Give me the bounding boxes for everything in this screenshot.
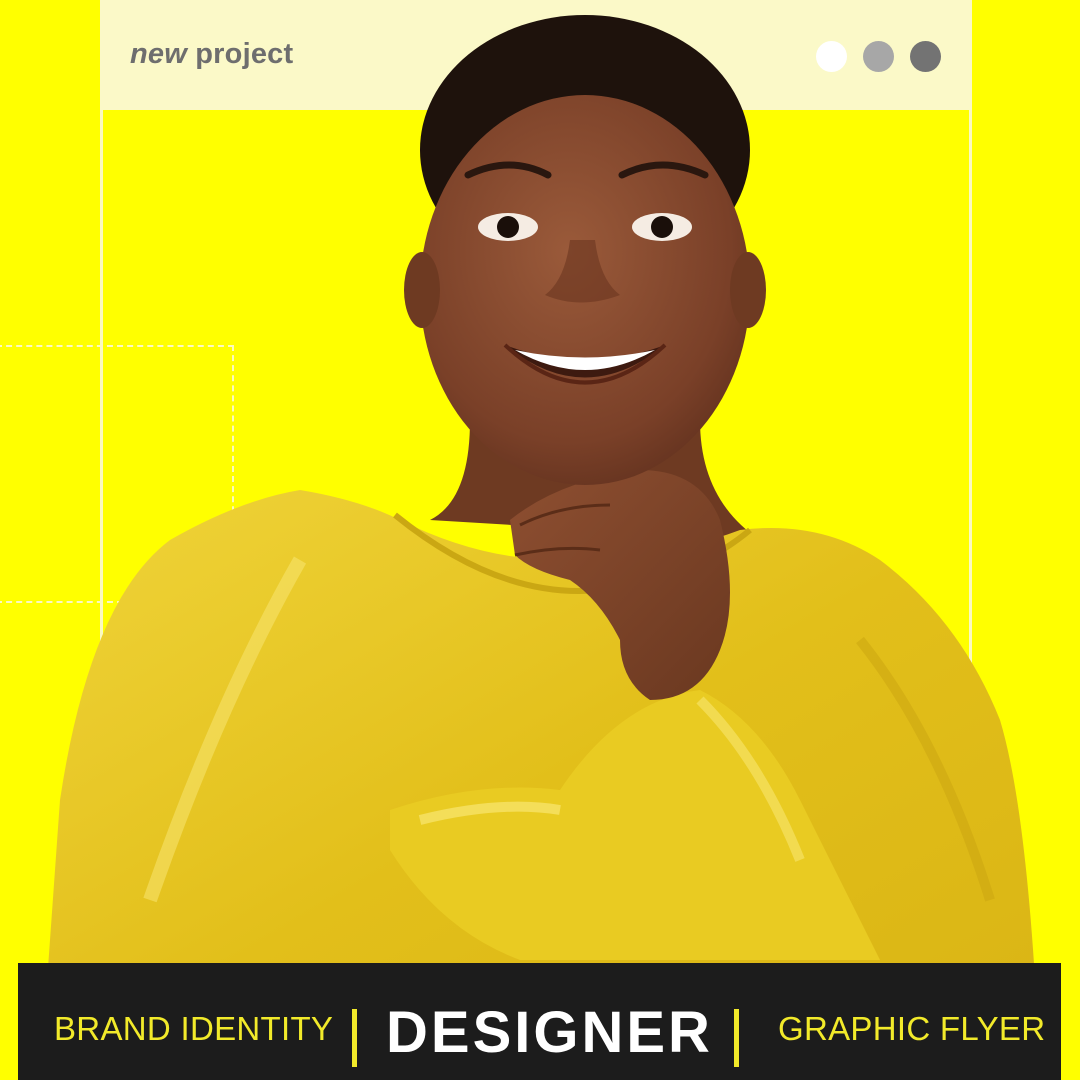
poster-canvas: new project BRAND IDENTITY DESIGNER GRAP… [0, 0, 1080, 1080]
banner-brand-identity: BRAND IDENTITY [54, 1010, 334, 1047]
portrait-head [404, 15, 766, 485]
banner-designer: DESIGNER [386, 1000, 713, 1065]
banner-divider-right [734, 1009, 739, 1067]
banner-graphic-flyer: GRAPHIC FLYER [778, 1010, 1046, 1047]
portrait-image [40, 15, 1040, 1080]
bottom-banner: BRAND IDENTITY DESIGNER GRAPHIC FLYER [18, 963, 1061, 1080]
banner-divider-left [352, 1009, 357, 1067]
